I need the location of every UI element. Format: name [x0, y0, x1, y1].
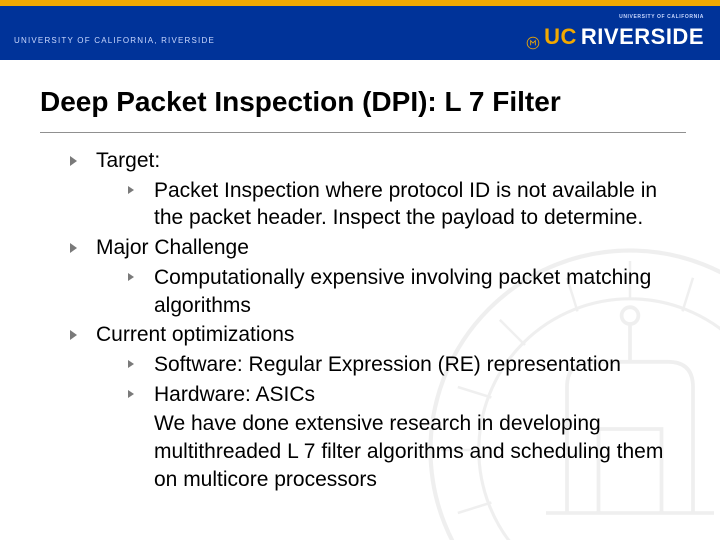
list-item: Major Challenge Computationally expensiv…	[70, 234, 686, 319]
slide-title: Deep Packet Inspection (DPI): L 7 Filter	[40, 86, 686, 133]
sub-item: Packet Inspection where protocol ID is n…	[128, 177, 686, 232]
header-brand: UNIVERSITY OF CALIFORNIA UCRIVERSIDE	[526, 24, 704, 50]
sub-item: Software: Regular Expression (RE) repres…	[128, 351, 686, 379]
item-label: Major Challenge	[96, 236, 249, 259]
sub-list: Software: Regular Expression (RE) repres…	[96, 351, 686, 494]
item-label: Target:	[96, 149, 160, 172]
sub-item: Hardware: ASICs	[128, 381, 686, 409]
header-bar: UNIVERSITY OF CALIFORNIA, RIVERSIDE UNIV…	[0, 0, 720, 60]
header-left-text: UNIVERSITY OF CALIFORNIA, RIVERSIDE	[14, 36, 215, 45]
seal-icon	[526, 30, 540, 44]
brand-tagline: UNIVERSITY OF CALIFORNIA	[619, 14, 704, 20]
sub-list: Packet Inspection where protocol ID is n…	[96, 177, 686, 232]
list-item: Current optimizations Software: Regular …	[70, 321, 686, 493]
slide-body: Deep Packet Inspection (DPI): L 7 Filter…	[0, 60, 720, 494]
brand-name: RIVERSIDE	[581, 24, 704, 50]
brand-prefix: UC	[544, 24, 577, 50]
header-gold-stripe	[0, 0, 720, 6]
list-item: Target: Packet Inspection where protocol…	[70, 147, 686, 232]
bullet-list: Target: Packet Inspection where protocol…	[40, 147, 686, 494]
sub-item: Computationally expensive involving pack…	[128, 264, 686, 319]
trailing-text: We have done extensive research in devel…	[128, 410, 686, 493]
item-label: Current optimizations	[96, 323, 294, 346]
sub-list: Computationally expensive involving pack…	[96, 264, 686, 319]
